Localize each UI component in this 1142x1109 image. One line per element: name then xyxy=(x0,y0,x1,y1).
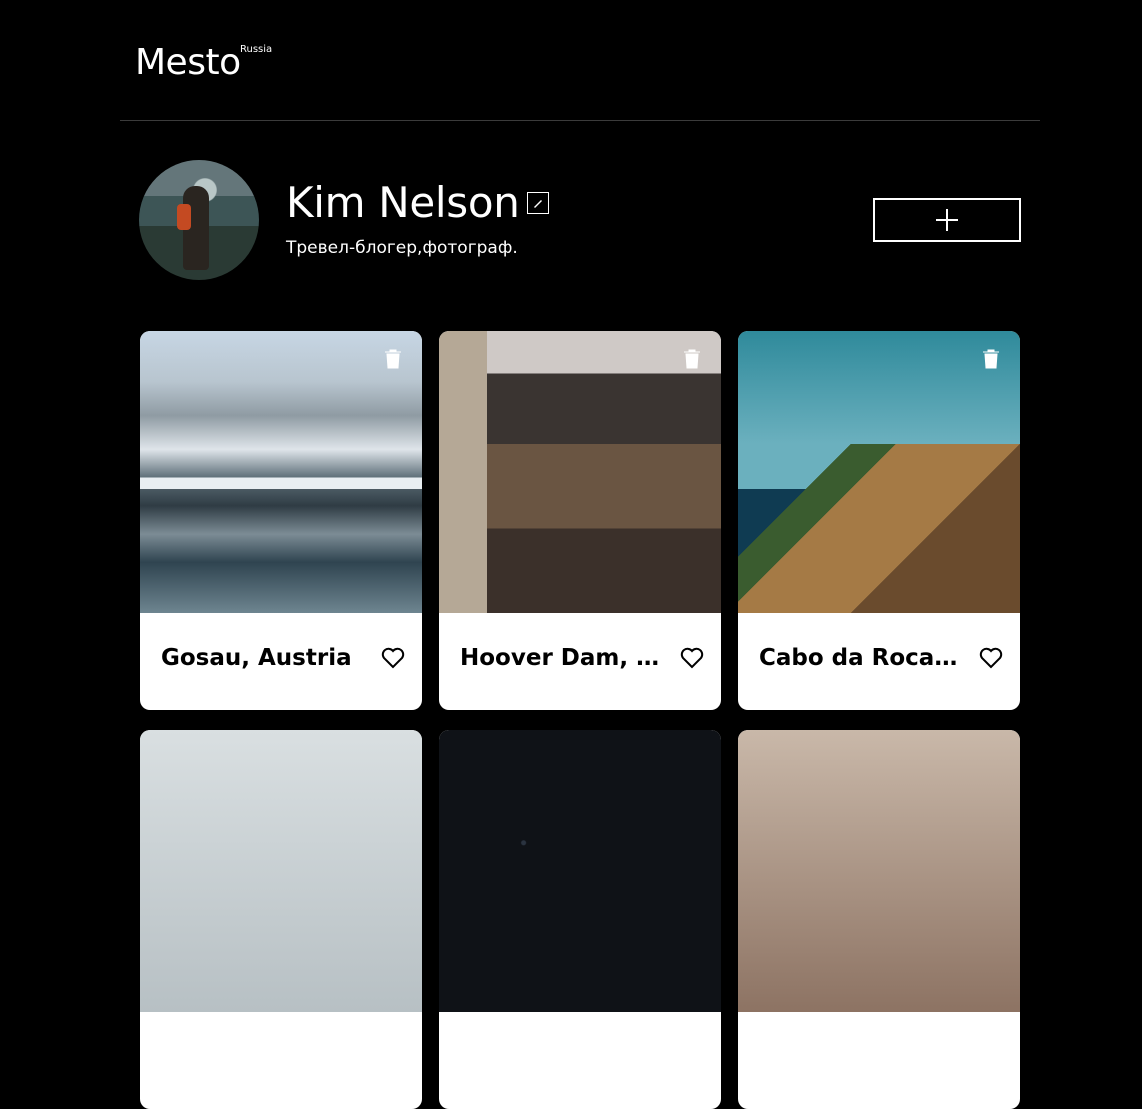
logo-region: Russia xyxy=(240,44,273,55)
heart-icon[interactable] xyxy=(381,647,405,669)
avatar-backpack xyxy=(177,204,191,230)
trash-icon[interactable] xyxy=(384,349,402,369)
site-header: Mesto Russia xyxy=(120,0,1040,121)
pencil-icon xyxy=(534,200,542,208)
avatar[interactable] xyxy=(139,160,259,280)
add-card-button[interactable] xyxy=(873,198,1021,242)
card-title: Hoover Dam, Boulder City xyxy=(460,645,660,671)
card-title: Gosau, Austria xyxy=(161,645,352,671)
card-image[interactable] xyxy=(140,331,422,613)
card-title: Cabo da Roca, Colares xyxy=(759,645,959,671)
card-row2-3 xyxy=(738,730,1020,1109)
card-row2-1 xyxy=(140,730,422,1109)
logo: Mesto xyxy=(135,42,241,83)
trash-icon[interactable] xyxy=(683,349,701,369)
card-image[interactable] xyxy=(738,730,1020,1012)
heart-icon[interactable] xyxy=(979,647,1003,669)
card-image[interactable] xyxy=(140,730,422,1012)
profile-section: Kim Nelson Тревел-блогер,фотограф. xyxy=(139,160,1021,280)
heart-icon[interactable] xyxy=(680,647,704,669)
profile-name: Kim Nelson xyxy=(286,178,520,227)
card-image[interactable] xyxy=(738,331,1020,613)
edit-profile-button[interactable] xyxy=(527,192,549,214)
profile-about: Тревел-блогер,фотограф. xyxy=(286,238,518,258)
card-image[interactable] xyxy=(439,730,721,1012)
card-hoover: Hoover Dam, Boulder City xyxy=(439,331,721,710)
plus-icon xyxy=(936,209,958,231)
card-image[interactable] xyxy=(439,331,721,613)
trash-icon[interactable] xyxy=(982,349,1000,369)
card-row2-2 xyxy=(439,730,721,1109)
card-cabo: Cabo da Roca, Colares xyxy=(738,331,1020,710)
card-gosau: Gosau, Austria xyxy=(140,331,422,710)
